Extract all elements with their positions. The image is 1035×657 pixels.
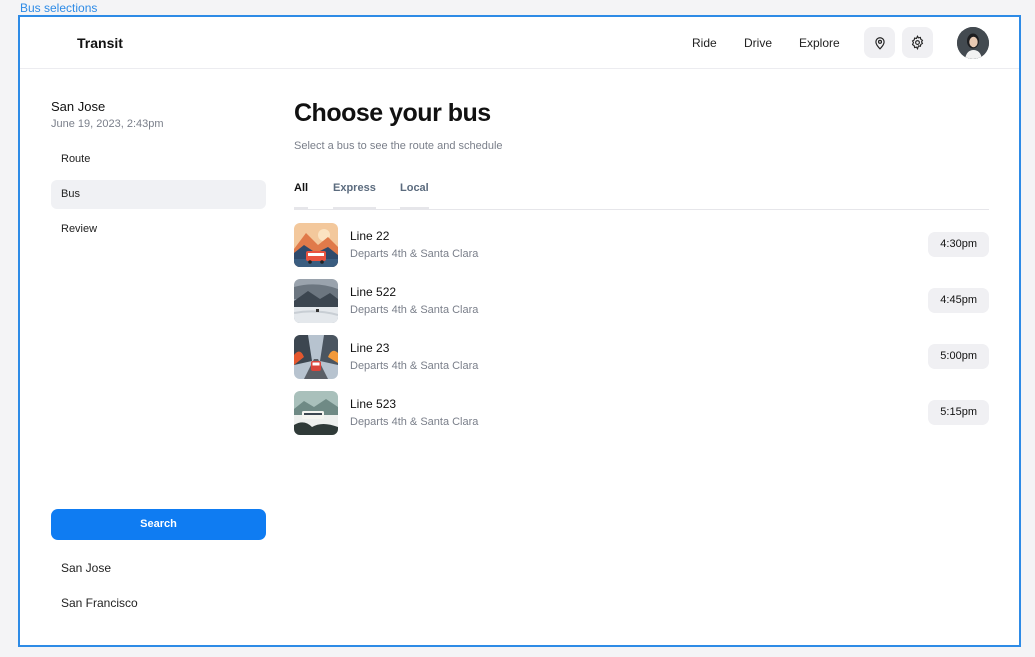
tab-all[interactable]: All: [294, 182, 309, 209]
bus-departure: Departs 4th & Santa Clara: [350, 304, 479, 316]
location-item-san-francisco[interactable]: San Francisco: [61, 596, 138, 610]
settings-button[interactable]: [902, 27, 933, 58]
avatar-image: [957, 27, 989, 59]
bus-thumbnail: [294, 391, 338, 435]
bus-line-name: Line 522: [350, 285, 397, 299]
sidebar-item-route[interactable]: Route: [51, 145, 266, 174]
tab-express[interactable]: Express: [333, 182, 376, 209]
departure-time-badge[interactable]: 4:30pm: [928, 232, 989, 257]
brand-logo[interactable]: Transit: [77, 35, 123, 51]
bus-list-item[interactable]: Line 523 Departs 4th & Santa Clara 5:15p…: [294, 391, 989, 435]
bus-list-item[interactable]: Line 23 Departs 4th & Santa Clara 5:00pm: [294, 335, 989, 379]
sidebar-item-bus[interactable]: Bus: [51, 180, 266, 209]
app-window: Transit Ride Drive Explore San Jose June…: [18, 15, 1021, 647]
tab-local[interactable]: Local: [400, 182, 429, 209]
frame-label: Bus selections: [20, 1, 98, 15]
bus-list-item[interactable]: Line 522 Departs 4th & Santa Clara 4:45p…: [294, 279, 989, 323]
bus-line-name: Line 523: [350, 397, 397, 411]
tab-label: Express: [333, 182, 376, 194]
bus-departure: Departs 4th & Santa Clara: [350, 360, 479, 372]
departure-time-badge[interactable]: 5:15pm: [928, 400, 989, 425]
bus-line-name: Line 22: [350, 229, 390, 243]
location-pin-icon: [874, 36, 885, 50]
search-button[interactable]: Search: [51, 509, 266, 540]
page-subtitle: Select a bus to see the route and schedu…: [294, 140, 503, 152]
tab-label: All: [294, 182, 309, 194]
tab-label: Local: [400, 182, 429, 194]
bus-departure: Departs 4th & Santa Clara: [350, 248, 479, 260]
location-item-san-jose[interactable]: San Jose: [61, 561, 111, 575]
page-title: Choose your bus: [294, 99, 491, 127]
nav-ride[interactable]: Ride: [692, 36, 717, 50]
bus-thumbnail: [294, 223, 338, 267]
bus-line-name: Line 23: [350, 341, 390, 355]
trip-datetime: June 19, 2023, 2:43pm: [51, 118, 164, 130]
gear-icon: [911, 35, 924, 50]
bus-departure: Departs 4th & Santa Clara: [350, 416, 479, 428]
nav-explore[interactable]: Explore: [799, 36, 840, 50]
top-bar: Transit Ride Drive Explore: [20, 17, 1019, 69]
location-button[interactable]: [864, 27, 895, 58]
departure-time-badge[interactable]: 4:45pm: [928, 288, 989, 313]
bus-thumbnail: [294, 335, 338, 379]
filter-tabs: All Express Local: [294, 180, 989, 210]
bus-list-item[interactable]: Line 22 Departs 4th & Santa Clara 4:30pm: [294, 223, 989, 267]
bus-thumbnail: [294, 279, 338, 323]
user-avatar[interactable]: [957, 27, 989, 59]
sidebar-item-review[interactable]: Review: [51, 215, 266, 244]
departure-time-badge[interactable]: 5:00pm: [928, 344, 989, 369]
nav-drive[interactable]: Drive: [744, 36, 772, 50]
trip-origin-title: San Jose: [51, 99, 106, 114]
